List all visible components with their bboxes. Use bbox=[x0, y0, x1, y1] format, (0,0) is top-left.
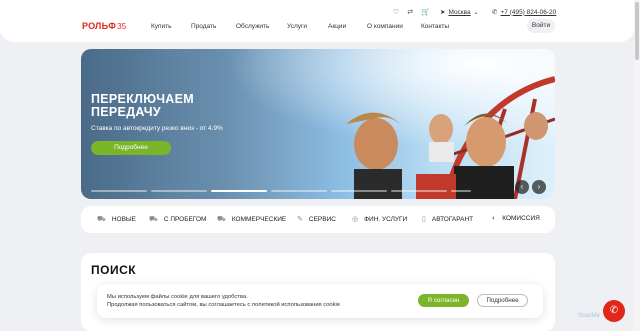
shield-icon: ▯ bbox=[422, 216, 426, 223]
slide-indicator[interactable] bbox=[271, 190, 327, 192]
nav-item-contacts[interactable]: Контакты bbox=[421, 23, 449, 30]
city-label: Москва bbox=[448, 8, 471, 16]
hero-more-button[interactable]: Подробнее bbox=[91, 141, 171, 155]
category-commission[interactable]: ◐ КОМИССИЯ bbox=[492, 215, 540, 222]
category-service[interactable]: ✎ СЕРВИС bbox=[297, 215, 336, 224]
heart-icon[interactable]: ♡ bbox=[393, 8, 399, 16]
finance-icon: ◎ bbox=[352, 216, 359, 223]
login-button[interactable]: Войти bbox=[527, 19, 555, 33]
wrench-icon: ✎ bbox=[297, 216, 303, 223]
nav-item-sell[interactable]: Продать bbox=[191, 23, 216, 30]
category-strip: ⛟ НОВЫЕ ⛟ С ПРОБЕГОМ ⛟ КОММЕРЧЕСКИЕ ✎ СЕРВИС… bbox=[81, 206, 555, 233]
nav-item-service[interactable]: Обслужить bbox=[236, 23, 269, 30]
hero-title: ПЕРЕКЛЮЧАЕМ ПЕРЕДАЧУ bbox=[91, 92, 194, 119]
search-title: ПОИСК bbox=[91, 263, 137, 277]
header-icons: ♡ ⇄ 🛒 bbox=[393, 8, 430, 16]
nav-item-services[interactable]: Услуги bbox=[287, 23, 307, 30]
call-button[interactable]: ✆ bbox=[603, 300, 625, 322]
slide-indicator[interactable] bbox=[91, 190, 147, 192]
cookie-text: Мы используем файлы cookie для вашего уд… bbox=[107, 294, 341, 308]
slider-next-button[interactable]: › bbox=[532, 180, 546, 194]
commission-icon: ◐ bbox=[492, 215, 497, 222]
phone-icon: ✆ bbox=[492, 9, 498, 16]
category-finance[interactable]: ◎ ФИН. УСЛУГИ bbox=[352, 215, 407, 224]
cart-icon[interactable]: 🛒 bbox=[421, 8, 430, 16]
truck-icon: ⛟ bbox=[217, 216, 226, 223]
nav-item-about[interactable]: О компании bbox=[367, 23, 403, 30]
used-car-icon: ⛟ bbox=[149, 216, 158, 223]
chevron-down-icon: ⌄ bbox=[473, 9, 479, 16]
phone-link[interactable]: ✆ +7 (495) 824-06-20 bbox=[492, 8, 557, 17]
hero-banner[interactable]: ПЕРЕКЛЮЧАЕМ ПЕРЕДАЧУ Ставка по автокреди… bbox=[81, 49, 555, 199]
phone-icon: ✆ bbox=[609, 305, 619, 316]
hero-subtitle: Ставка по автокредиту резко вниз - от 4.… bbox=[91, 125, 223, 132]
phone-number: +7 (495) 824-06-20 bbox=[500, 8, 557, 16]
category-new[interactable]: ⛟ НОВЫЕ bbox=[97, 215, 136, 224]
cookie-banner: Мы используем файлы cookie для вашего уд… bbox=[97, 284, 543, 318]
scrollbar[interactable] bbox=[634, 0, 640, 331]
slide-indicator[interactable] bbox=[331, 190, 387, 192]
site-header: РОЛЬФ35 Купить Продать Обслужить Услуги … bbox=[0, 0, 634, 42]
compare-icon[interactable]: ⇄ bbox=[407, 8, 413, 16]
cookie-more-button[interactable]: Подробнее bbox=[477, 294, 528, 307]
nav-item-promo[interactable]: Акции bbox=[328, 23, 346, 30]
city-selector[interactable]: ➤ Москва ⌄ bbox=[440, 8, 479, 17]
category-commercial[interactable]: ⛟ КОММЕРЧЕСКИЕ bbox=[217, 215, 286, 224]
slide-indicator[interactable] bbox=[451, 190, 471, 192]
car-icon: ⛟ bbox=[97, 216, 106, 223]
scrollbar-thumb[interactable] bbox=[635, 2, 639, 60]
slide-indicator[interactable] bbox=[151, 190, 207, 192]
nav-item-buy[interactable]: Купить bbox=[151, 23, 172, 30]
cookie-agree-button[interactable]: Я согласен bbox=[418, 294, 469, 307]
slider-progress bbox=[91, 190, 471, 192]
slide-indicator[interactable] bbox=[391, 190, 447, 192]
category-guarantee[interactable]: ▯ АВТОГАРАНТ bbox=[422, 215, 473, 224]
slider-prev-button[interactable]: ‹ bbox=[515, 180, 529, 194]
slide-indicator-active[interactable] bbox=[211, 190, 267, 192]
location-icon: ➤ bbox=[440, 9, 446, 16]
logo[interactable]: РОЛЬФ35 bbox=[82, 21, 126, 31]
watermark: ScanMe bbox=[578, 313, 601, 319]
category-used[interactable]: ⛟ С ПРОБЕГОМ bbox=[149, 215, 206, 224]
